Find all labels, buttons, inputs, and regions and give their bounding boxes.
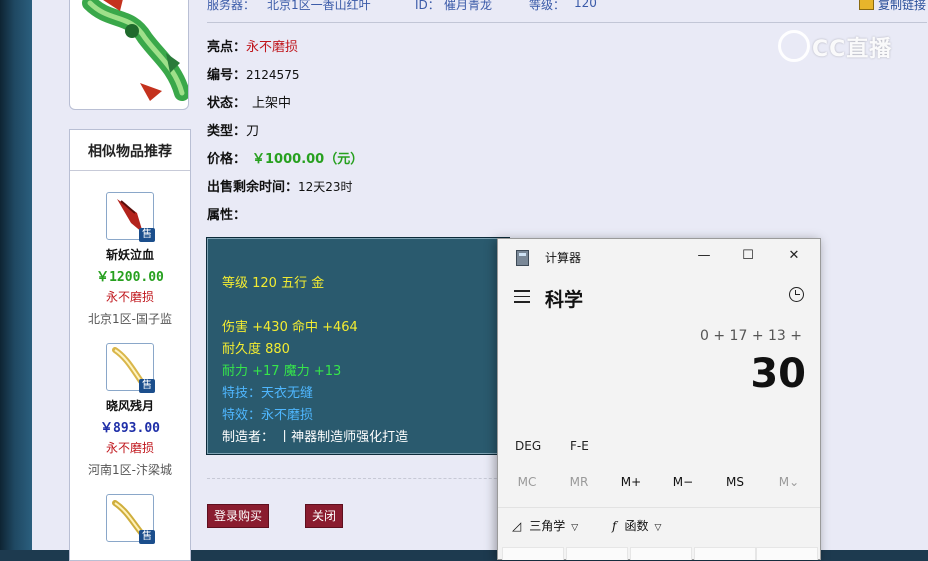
calculator-titlebar[interactable]: 计算器 — ☐ ✕ <box>498 239 820 273</box>
seller-id-label: ID： <box>415 0 440 12</box>
m-plus-button[interactable]: M+ <box>606 475 656 489</box>
calculator-result: 30 <box>750 351 806 397</box>
watermark-text: CC直播 <box>812 37 893 62</box>
status-label: 状态： <box>207 96 247 111</box>
number-value: 2124575 <box>246 68 300 82</box>
sale-badge: 售 <box>139 228 155 242</box>
status-value: 上架中 <box>252 96 292 111</box>
number-row: 编号：2124575 <box>207 64 299 83</box>
sale-badge: 售 <box>139 379 155 393</box>
attr-durability: 耐久度 880 <box>222 342 290 357</box>
server-value: 北京1区一香山红叶 <box>267 0 371 12</box>
similar-item-name[interactable]: 晓风残月 <box>70 397 190 414</box>
chevron-down-icon: ▽ <box>571 523 579 533</box>
status-row: 状态： 上架中 <box>207 92 291 111</box>
similar-item-thumbnail[interactable]: 售 <box>106 343 155 393</box>
calculator-mode: 科学 <box>545 289 584 311</box>
similar-item-durability: 永不磨损 <box>105 290 154 304</box>
number-label: 编号： <box>207 68 247 83</box>
level-label: 等级： <box>529 0 566 12</box>
similar-item-thumbnail[interactable]: 售 <box>106 494 155 544</box>
attr-damage-hit: 伤害 +430 命中 +464 <box>222 320 358 335</box>
trigonometry-label: 三角学 <box>529 519 566 533</box>
m-minus-button[interactable]: M− <box>658 475 708 489</box>
fe-button[interactable]: F-E <box>570 439 589 453</box>
highlight-value: 永不磨损 <box>246 40 299 55</box>
item-header: 服务器： 北京1区一香山红叶 ID： 催月青龙 等级： 120 <box>207 0 927 16</box>
attributes-row: 属性： <box>207 204 246 223</box>
copy-link-label: 复制链接 <box>877 0 926 12</box>
calculator-window: 计算器 — ☐ ✕ 科学 0 + 17 + 13 + 30 DEG F-E MC… <box>497 238 821 560</box>
function-dropdown[interactable]: f 函数 ▽ <box>612 517 661 534</box>
maximize-button[interactable]: ☐ <box>726 243 770 269</box>
ms-button[interactable]: MS <box>710 475 760 489</box>
left-background-strip <box>0 0 32 550</box>
attr-stamina-magic: 耐力 +17 魔力 +13 <box>222 364 342 379</box>
server-label: 服务器： <box>207 0 256 12</box>
deg-button[interactable]: DEG <box>515 439 541 453</box>
seller-id-value: 催月青龙 <box>444 0 493 12</box>
item-image <box>69 0 189 110</box>
similar-item[interactable]: 售 <box>70 494 190 544</box>
attr-maker: 制造者： 丨神器制造师强化打造 <box>222 430 409 445</box>
sale-badge: 售 <box>139 530 155 544</box>
similar-item-server: 河南1区-汴梁城 <box>88 463 172 477</box>
close-button[interactable]: 关闭 <box>305 504 344 528</box>
type-value: 刀 <box>246 124 260 139</box>
similar-item-thumbnail[interactable]: 售 <box>106 192 155 242</box>
calculator-title: 计算器 <box>545 251 582 265</box>
menu-icon[interactable] <box>514 290 530 307</box>
similar-item[interactable]: 售 斩妖泣血 ￥1200.00 永不磨损 北京1区-国子监 <box>70 192 190 327</box>
attr-level-element: 等级 120 五行 金 <box>222 276 325 291</box>
time-left-label: 出售剩余时间： <box>207 180 299 195</box>
type-label: 类型： <box>207 124 247 139</box>
close-window-button[interactable]: ✕ <box>772 243 816 269</box>
price-row: 价格： ￥1000.00（元） <box>207 148 363 167</box>
attr-skill: 特技：天衣无缝 <box>222 386 314 401</box>
highlight-label: 亮点： <box>207 40 247 55</box>
similar-items-panel: 相似物品推荐 售 斩妖泣血 ￥1200.00 永不磨损 北京1区-国子监 售 晓… <box>69 129 191 561</box>
calculator-mode-row: 科学 <box>498 281 820 315</box>
time-left-row: 出售剩余时间：12天23时 <box>207 176 353 195</box>
calculator-expression: 0 + 17 + 13 + <box>700 328 802 344</box>
price-value: ￥1000.00（元） <box>252 152 364 167</box>
attr-effect: 特效：永不磨损 <box>222 408 314 423</box>
copy-link-icon <box>858 0 874 10</box>
mr-button[interactable]: MR <box>554 475 604 489</box>
highlight-row: 亮点：永不磨损 <box>207 36 298 55</box>
similar-item[interactable]: 售 晓风残月 ￥893.00 永不磨损 河南1区-汴梁城 <box>70 343 190 478</box>
similar-items-title: 相似物品推荐 <box>70 130 190 171</box>
header-divider <box>207 22 927 23</box>
mc-button[interactable]: MC <box>502 475 552 489</box>
attributes-box: 等级 120 五行 金 伤害 +430 命中 +464 耐久度 880 耐力 +… <box>206 237 510 455</box>
calculator-app-icon <box>516 250 529 266</box>
chevron-down-icon: ▽ <box>654 523 662 533</box>
trigonometry-dropdown[interactable]: ◿ 三角学 ▽ <box>512 517 578 534</box>
similar-item-price: ￥893.00 <box>100 421 160 436</box>
level-value: 120 <box>574 0 597 10</box>
type-row: 类型：刀 <box>207 120 259 139</box>
similar-item-server: 北京1区-国子监 <box>88 312 172 326</box>
similar-item-price: ￥1200.00 <box>96 270 164 285</box>
watermark-icon <box>778 30 810 62</box>
time-left-value: 12天23时 <box>298 180 353 194</box>
watermark-logo: CC直播 <box>778 30 892 63</box>
attributes-label: 属性： <box>207 208 247 223</box>
price-label: 价格： <box>207 152 247 167</box>
history-icon[interactable] <box>789 287 804 302</box>
similar-item-durability: 永不磨损 <box>105 441 154 455</box>
copy-link-button[interactable]: 复制链接 <box>858 0 926 13</box>
memory-list-button[interactable]: M⌄ <box>764 475 814 489</box>
login-buy-button[interactable]: 登录购买 <box>207 504 270 528</box>
function-label: 函数 <box>624 519 649 533</box>
minimize-button[interactable]: — <box>682 243 726 269</box>
triangle-icon: ◿ <box>512 519 522 533</box>
similar-item-name[interactable]: 斩妖泣血 <box>70 246 190 263</box>
keypad-top-edge <box>498 545 820 560</box>
action-divider <box>207 478 532 479</box>
function-divider <box>498 507 820 508</box>
function-icon: f <box>612 519 617 533</box>
